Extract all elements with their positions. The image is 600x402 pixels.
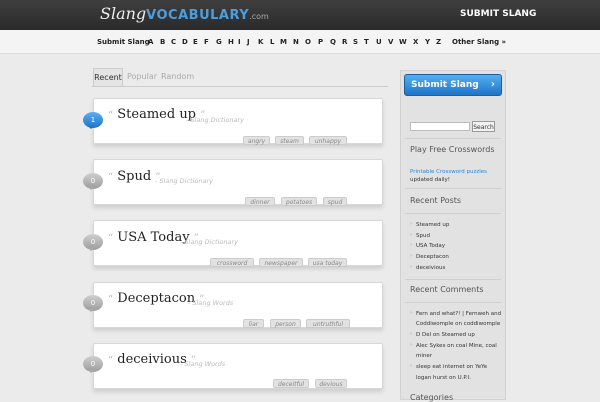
letter-u[interactable]: U [376,38,382,46]
tag[interactable]: potatoes [281,197,317,206]
letter-p[interactable]: P [318,38,323,46]
divider [405,188,501,189]
crosswords-link[interactable]: Printable Crossword puzzles [410,169,487,175]
recent-comment[interactable]: logan hurst on U.P.I. [416,375,471,381]
letter-w[interactable]: W [399,38,407,46]
comment-count-bubble[interactable]: 0 [83,356,103,373]
tab-recent[interactable]: Recent [93,68,123,86]
letter-o[interactable]: O [305,38,311,46]
post-category[interactable]: - Slang Words [180,360,225,368]
letter-m[interactable]: M [280,38,287,46]
tab-popular[interactable]: Popular [126,68,158,86]
recent-comment[interactable]: sleep eat internet on YeYe [410,363,487,370]
chevron-right-icon: › [490,79,495,90]
tag[interactable]: liar [243,319,264,328]
recent-comment[interactable]: D Del on Steamed up [410,331,475,338]
submit-slang-button[interactable]: Submit Slang › [404,74,502,96]
post-title-text: Steamed up [117,107,197,122]
tag[interactable]: usa today [308,258,347,267]
logo-com: .com [249,12,269,21]
recent-post-link[interactable]: Spud [410,232,430,239]
comment-count-bubble[interactable]: 0 [83,173,103,190]
recent-comment[interactable]: miner [416,353,432,359]
letter-n[interactable]: N [293,38,299,46]
recent-comment[interactable]: Fern and what?! | Fernweh and [410,310,501,317]
tag[interactable]: untruthful [306,319,350,328]
recent-post-link[interactable]: Steamed up [410,221,449,228]
letter-i[interactable]: I [238,38,241,46]
comment-count-bubble[interactable]: 1 [83,112,103,129]
post-category[interactable]: - Slang Dictionary [180,238,238,246]
crosswords-heading: Play Free Crosswords [410,145,495,154]
tab-divider [92,86,388,87]
tab-random[interactable]: Random [161,68,194,86]
categories-heading: Categories [410,393,454,402]
letter-z[interactable]: Z [436,38,441,46]
letter-g[interactable]: G [216,38,222,46]
post-category[interactable]: - Slang Dictionary [186,116,244,124]
alphabet-submit-link[interactable]: Submit Slang [97,38,150,46]
tag[interactable]: devious [315,379,347,388]
tag[interactable]: angry [243,136,270,145]
alphabet-nav: Submit Slang A B C D E F G H I J K L M N… [0,30,600,54]
post-category[interactable]: - Slang Words [188,299,233,307]
divider [405,213,501,214]
comment-count-bubble[interactable]: 0 [83,295,103,312]
post-title-text: Deceptacon [117,291,196,306]
letter-s[interactable]: S [353,38,358,46]
letter-f[interactable]: F [204,38,209,46]
recent-post-link[interactable]: deceivious [410,264,445,271]
divider [405,302,501,303]
recent-comments-heading: Recent Comments [410,285,484,294]
letter-j[interactable]: J [247,38,250,46]
divider [405,138,501,139]
tag[interactable]: dinner [245,197,275,206]
recent-comment[interactable]: Alec Sykes on coal Mine, coal [410,342,497,349]
letter-y[interactable]: Y [425,38,430,46]
letter-d[interactable]: D [182,38,188,46]
post-category[interactable]: - Slang Dictionary [155,177,213,185]
submit-slang-link[interactable]: SUBMIT SLANG [460,9,536,19]
letter-q[interactable]: Q [330,38,336,46]
tag[interactable]: person [270,319,301,328]
tag[interactable]: steam [275,136,304,145]
logo-slang: Slang [100,4,147,23]
divider [405,279,501,280]
recent-posts-heading: Recent Posts [410,196,462,205]
recent-post-link[interactable]: Deceptacon [410,253,449,260]
post-title[interactable]: “ Spud ” [108,169,160,184]
letter-e[interactable]: E [193,38,198,46]
comment-count-bubble[interactable]: 0 [83,234,103,251]
letter-h[interactable]: H [228,38,234,46]
letter-r[interactable]: R [342,38,347,46]
post-title-text: Spud [117,169,152,184]
letter-k[interactable]: K [258,38,263,46]
letter-l[interactable]: L [270,38,274,46]
recent-post-link[interactable]: USA Today [410,242,445,249]
search-button[interactable]: Search [472,121,495,132]
post-title-text: deceivious [117,352,187,367]
search-input[interactable] [410,122,470,131]
recent-comment[interactable]: Coddiwomple on coddiwomple [416,321,500,327]
tag[interactable]: newspaper [259,258,303,267]
letter-x[interactable]: X [413,38,418,46]
tag[interactable]: unhappy [309,136,347,145]
crosswords-text: updated daily! [410,177,450,183]
tag[interactable]: deceitful [273,379,309,388]
site-logo[interactable]: SlangVOCABULARY.com [100,4,269,23]
tag[interactable]: crossword [210,258,254,267]
logo-vocabulary: VOCABULARY [146,8,250,23]
letter-t[interactable]: T [364,38,369,46]
other-slang-link[interactable]: Other Slang » [452,38,506,46]
letter-c[interactable]: C [171,38,176,46]
tag[interactable]: spud [323,197,347,206]
letter-b[interactable]: B [160,38,165,46]
letter-v[interactable]: V [388,38,393,46]
submit-slang-button-label: Submit Slang [411,80,479,90]
letter-a[interactable]: A [148,38,153,46]
post-title-text: USA Today [117,230,190,245]
